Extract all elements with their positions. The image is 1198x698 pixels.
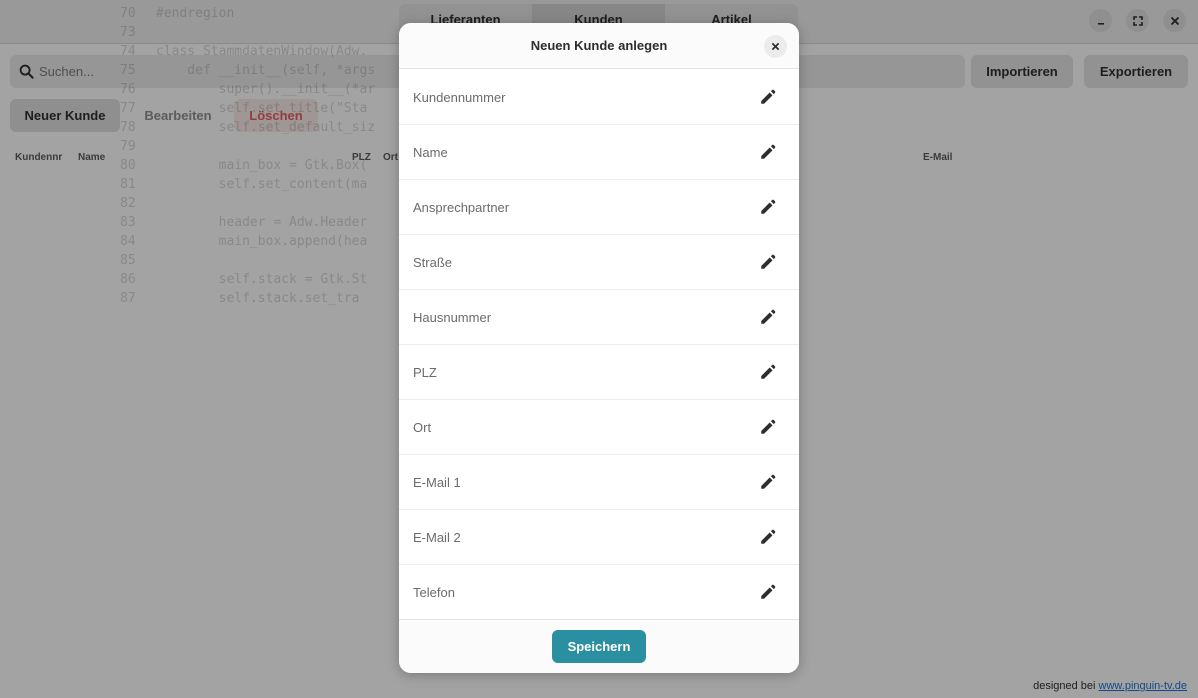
edit-pencil-icon[interactable] [759, 363, 777, 381]
edit-pencil-icon[interactable] [759, 253, 777, 271]
entry-row[interactable]: Ort [399, 400, 799, 455]
entry-row-label: Straße [413, 255, 453, 270]
dialog-title: Neuen Kunde anlegen [530, 38, 668, 53]
edit-pencil-icon[interactable] [759, 143, 777, 161]
entry-row[interactable]: Kundennummer [399, 70, 799, 125]
dialog-close-button[interactable] [764, 35, 787, 58]
entry-row-label: Name [413, 145, 448, 160]
field-list: Kundennummer Name Ansprechpartner Straße Hau… [399, 70, 799, 620]
entry-row[interactable]: Ansprechpartner [399, 180, 799, 235]
entry-row[interactable]: Telefon [399, 565, 799, 620]
entry-row[interactable]: Straße [399, 235, 799, 290]
close-icon [771, 42, 780, 51]
entry-row-label: Telefon [413, 585, 455, 600]
edit-pencil-icon[interactable] [759, 583, 777, 601]
entry-row[interactable]: E-Mail 2 [399, 510, 799, 565]
edit-pencil-icon[interactable] [759, 198, 777, 216]
entry-row[interactable]: Name [399, 125, 799, 180]
entry-row-label: Kundennummer [413, 90, 506, 105]
dialog-header: Neuen Kunde anlegen [399, 23, 799, 69]
edit-pencil-icon[interactable] [759, 88, 777, 106]
save-button[interactable]: Speichern [552, 630, 646, 663]
entry-row[interactable]: E-Mail 1 [399, 455, 799, 510]
entry-row-label: Hausnummer [413, 310, 492, 325]
edit-pencil-icon[interactable] [759, 308, 777, 326]
entry-row[interactable]: Hausnummer [399, 290, 799, 345]
edit-pencil-icon[interactable] [759, 473, 777, 491]
entry-row[interactable]: PLZ [399, 345, 799, 400]
entry-row-label: E-Mail 2 [413, 530, 461, 545]
new-customer-dialog: Neuen Kunde anlegen Kundennummer Name Ansp… [399, 23, 799, 673]
entry-row-label: Ort [413, 420, 432, 435]
dialog-footer: Speichern [399, 619, 799, 673]
edit-pencil-icon[interactable] [759, 528, 777, 546]
entry-row-label: E-Mail 1 [413, 475, 461, 490]
entry-row-label: Ansprechpartner [413, 200, 510, 215]
edit-pencil-icon[interactable] [759, 418, 777, 436]
entry-row-label: PLZ [413, 365, 437, 380]
